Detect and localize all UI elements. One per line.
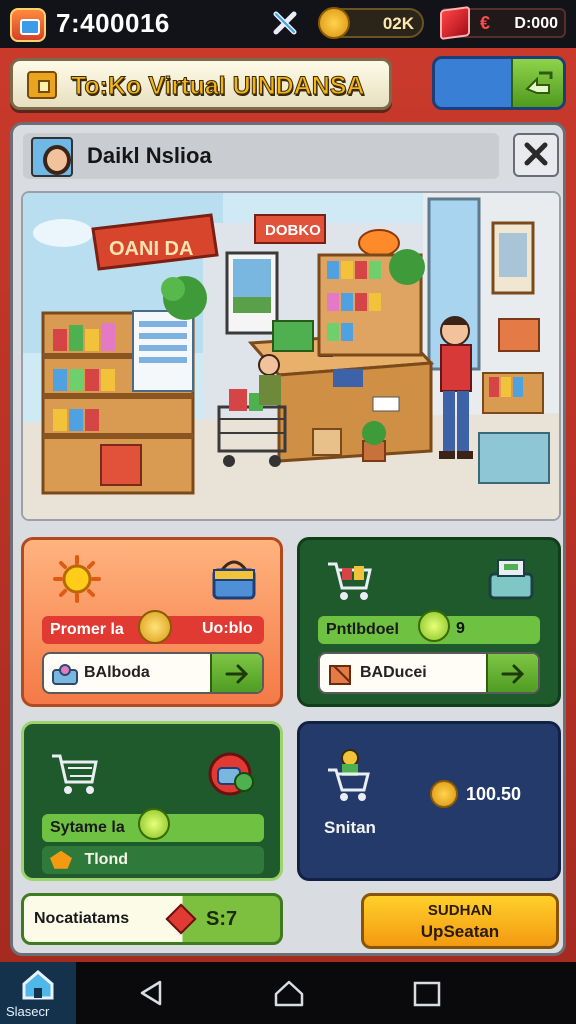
gift-icon [52, 664, 78, 685]
shopping-cart-icon [328, 562, 372, 600]
notifications-label: Nocatiatams [34, 910, 130, 927]
gem-icon [440, 5, 470, 41]
notifications-value: S:7 [206, 908, 238, 930]
status-bar: 7:400016 02K € D:000 [0, 0, 576, 48]
back-icon[interactable] [136, 978, 166, 1008]
sun-icon [53, 555, 101, 603]
shopping-cart-icon [328, 749, 370, 801]
close-x-icon[interactable] [270, 8, 300, 38]
cash-register-icon [488, 559, 534, 600]
notifications-bar[interactable]: Nocatiatams S:7 [21, 893, 283, 945]
home-icon [22, 970, 54, 1000]
gem-value: D:000 [514, 15, 558, 32]
coin-icon [430, 780, 458, 808]
coin-icon [318, 7, 350, 39]
shop-scene[interactable]: OANI DA DOBKO [21, 191, 561, 521]
card-green-button[interactable]: BADucei [318, 652, 540, 694]
home-tab[interactable]: Slasecr [0, 962, 76, 1024]
close-button[interactable] [513, 133, 559, 177]
card-green-bar-value: 9 [456, 620, 465, 637]
app-icon[interactable] [10, 8, 46, 42]
card-dkgreen-row: Tlond [42, 846, 264, 874]
shopping-cart-icon [52, 754, 98, 794]
home-nav-icon[interactable] [272, 978, 306, 1008]
card-green-button-label: BADucei [360, 664, 427, 681]
shop-sign-center: DOBKO [254, 214, 326, 244]
gem-counter[interactable]: € D:000 [440, 5, 566, 41]
ruby-icon [165, 903, 197, 935]
box-icon [329, 665, 351, 685]
upgrade-button[interactable]: SUDHAN UpSeatan [361, 893, 559, 949]
arrow-right-icon [501, 664, 525, 684]
card-orange-button[interactable]: BAlboda [42, 652, 264, 694]
home-tab-label: Slasecr [6, 1004, 50, 1019]
card-orange-bar-left: Promer la [50, 621, 124, 638]
arrow-right-icon [225, 664, 249, 684]
toggle-green-segment [511, 59, 563, 107]
left-shelf [41, 310, 195, 495]
progress-orb-icon [418, 610, 450, 642]
progress-orb-icon [138, 808, 170, 840]
card-products[interactable]: Pntlbdoel 9 BADucei [297, 537, 561, 707]
avatar[interactable] [31, 137, 73, 177]
menu-toggle-button[interactable] [432, 56, 566, 110]
panel-header: Daikl Nslioa [23, 133, 499, 179]
card-green-bar-label: Pntlbdoel [326, 621, 399, 638]
card-status[interactable]: Snitan 100.50 [297, 721, 561, 881]
panel-title: Daikl Nslioa [87, 143, 212, 168]
card-daily-sales[interactable]: Promer la Uo:blo BAlboda [21, 537, 283, 707]
game-title: To:Ko Virtual UINDANSA [71, 72, 366, 101]
card-orange-button-label: BAlboda [84, 664, 150, 681]
sign-left-text: OANI DA [109, 238, 193, 260]
star-burst-icon [50, 850, 72, 869]
card-orange-bar-right: Uo:blo [202, 620, 253, 637]
coin-counter[interactable]: 02K [318, 7, 424, 39]
recents-icon[interactable] [412, 980, 442, 1010]
card-navy-value: 100.50 [466, 784, 522, 804]
card-dkgreen-second-label: Tlond [84, 851, 128, 868]
shopping-bag-icon [212, 560, 256, 600]
arrow-right-button[interactable] [210, 654, 262, 692]
badge-icon [208, 752, 254, 796]
arrow-icon [525, 71, 553, 94]
card-system[interactable]: Sytame la Tlond [21, 721, 283, 881]
arrow-right-button[interactable] [486, 654, 538, 692]
sign-center-text: DOBKO [265, 222, 321, 239]
title-banner: To:Ko Virtual UINDANSA [10, 58, 392, 110]
close-icon [524, 142, 548, 166]
system-nav-bar: Slasecr [0, 962, 576, 1024]
gem-currency-symbol: € [480, 13, 491, 33]
treasure-chest-icon [27, 71, 57, 99]
card-navy-label: Snitan [324, 818, 376, 837]
coin-value: 02K [382, 14, 414, 33]
upgrade-button-line1: SUDHAN [427, 902, 493, 919]
upgrade-button-line2: UpSeatan [420, 922, 500, 941]
coin-icon [138, 610, 172, 644]
card-dkgreen-bar-label: Sytame la [50, 819, 125, 836]
clock: 7:400016 [56, 8, 170, 38]
shop-panel: Daikl Nslioa OANI DA DOBKO Promer la Uo:… [10, 122, 566, 956]
